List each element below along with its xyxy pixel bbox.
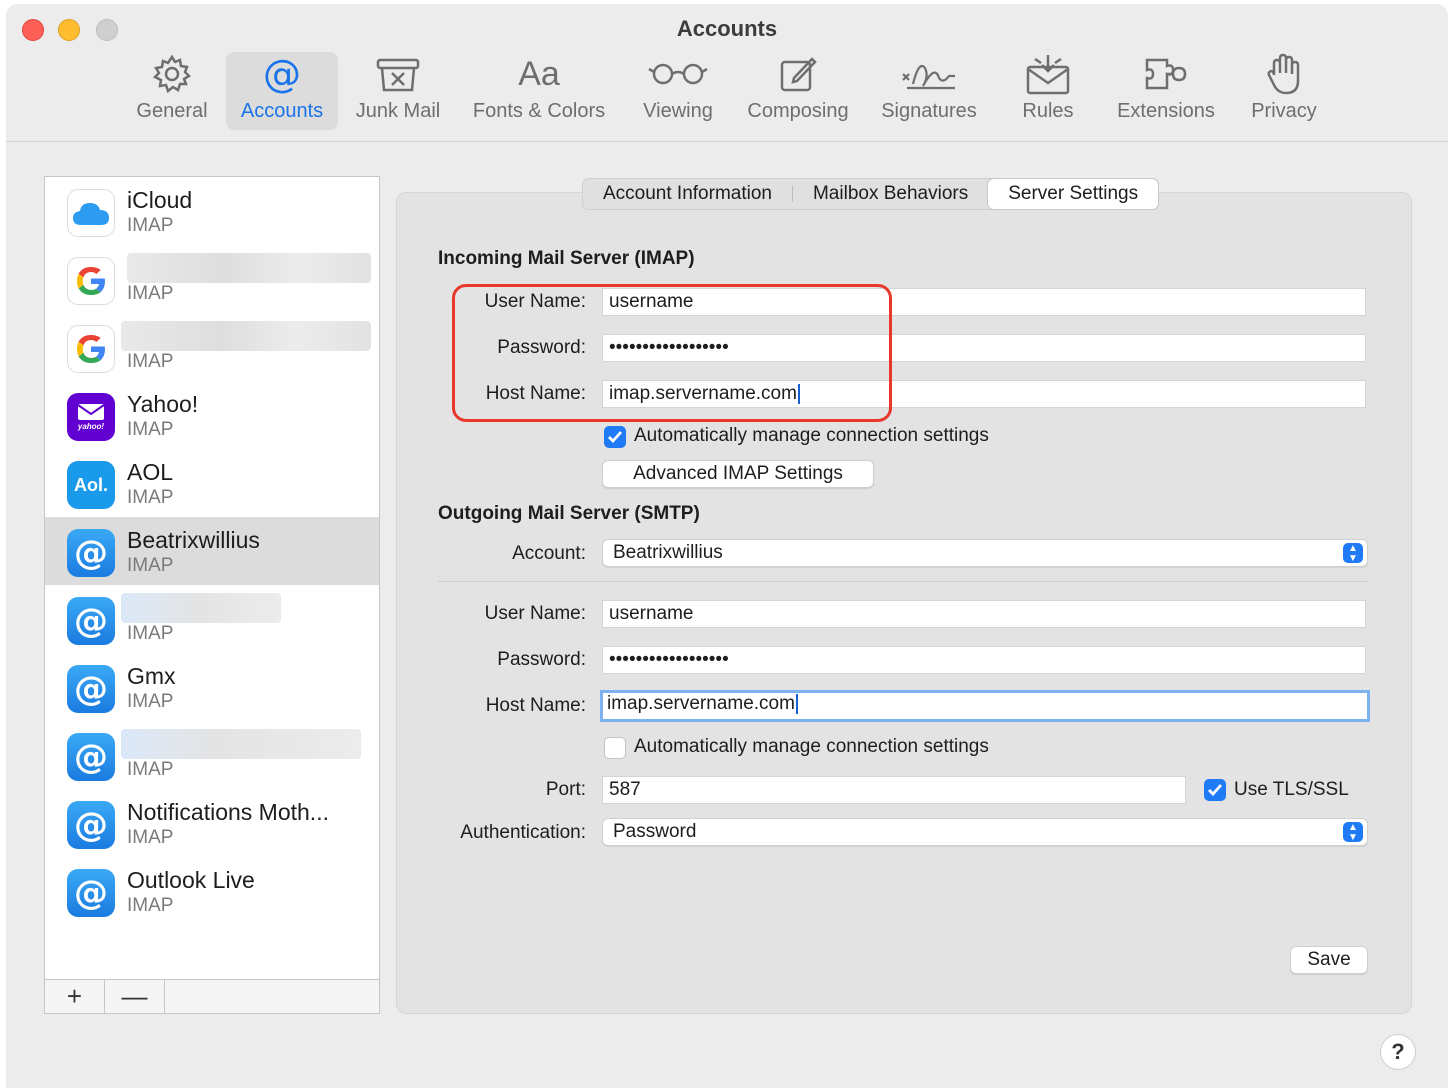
glasses-icon xyxy=(647,52,709,96)
yahoo-icon: yahoo! xyxy=(67,393,115,441)
redacted-account-name xyxy=(121,593,281,623)
section-divider xyxy=(438,581,1368,582)
junk-mail-icon xyxy=(375,52,421,96)
aol-icon: Aol. xyxy=(67,461,115,509)
account-row-yahoo[interactable]: yahoo! Yahoo! IMAP xyxy=(45,381,379,449)
remove-account-button[interactable]: — xyxy=(105,980,165,1014)
help-button[interactable]: ? xyxy=(1380,1034,1416,1070)
incoming-auto-manage-label: Automatically manage connection settings xyxy=(634,425,989,446)
at-icon: @ xyxy=(67,597,115,645)
text-caret xyxy=(795,693,798,714)
toolbar-extensions[interactable]: Extensions xyxy=(1104,52,1228,130)
smtp-account-label: Account: xyxy=(512,543,586,564)
icloud-icon xyxy=(67,189,115,237)
redacted-account-name xyxy=(121,729,361,759)
chevron-updown-icon: ▲ ▼ xyxy=(1343,822,1363,843)
account-row-gmx[interactable]: @ Gmx IMAP xyxy=(45,653,379,721)
extensions-icon xyxy=(1143,52,1189,96)
account-row-notifications[interactable]: @ Notifications Moth... IMAP xyxy=(45,789,379,857)
use-tls-label: Use TLS/SSL xyxy=(1234,779,1349,800)
chevron-updown-icon: ▲ ▼ xyxy=(1343,543,1363,564)
redacted-account-name xyxy=(121,321,371,351)
at-icon: @ xyxy=(67,869,115,917)
title-bar: Accounts General @ Accounts Junk Mail Aa… xyxy=(6,4,1448,142)
annotation-highlight-box xyxy=(452,284,892,422)
preferences-window: Accounts General @ Accounts Junk Mail Aa… xyxy=(6,4,1448,1088)
account-row-google-1[interactable]: IMAP xyxy=(45,245,379,313)
fonts-icon: Aa xyxy=(518,55,560,93)
hand-icon xyxy=(1266,52,1302,96)
at-icon: @ xyxy=(67,801,115,849)
authentication-select[interactable]: Password ▲ ▼ xyxy=(602,818,1368,846)
toolbar-rules[interactable]: Rules xyxy=(1008,52,1088,130)
account-row-beatrixwillius[interactable]: @ Beatrixwillius IMAP xyxy=(45,517,379,585)
incoming-heading: Incoming Mail Server (IMAP) xyxy=(438,248,695,269)
account-row-outlook-live[interactable]: @ Outlook Live IMAP xyxy=(45,857,379,925)
account-row-redacted-1[interactable]: @ IMAP xyxy=(45,585,379,653)
outgoing-host-label: Host Name: xyxy=(485,695,586,716)
account-row-aol[interactable]: Aol. AOL IMAP xyxy=(45,449,379,517)
toolbar-privacy[interactable]: Privacy xyxy=(1242,52,1326,130)
toolbar-signatures[interactable]: Signatures xyxy=(872,52,986,130)
incoming-auto-manage-checkbox[interactable] xyxy=(604,426,626,448)
save-button[interactable]: Save xyxy=(1290,946,1368,974)
outgoing-host-field[interactable]: imap.servername.com xyxy=(600,690,1370,722)
outgoing-heading: Outgoing Mail Server (SMTP) xyxy=(438,503,700,524)
at-icon: @ xyxy=(263,52,301,96)
at-icon: @ xyxy=(67,733,115,781)
tab-mailbox-behaviors[interactable]: Mailbox Behaviors xyxy=(793,179,988,209)
gear-icon xyxy=(151,52,193,96)
toolbar-accounts[interactable]: @ Accounts xyxy=(226,52,338,130)
window-title: Accounts xyxy=(676,16,778,41)
port-field[interactable]: 587 xyxy=(602,776,1186,804)
outgoing-password-label: Password: xyxy=(497,649,586,670)
at-icon: @ xyxy=(67,529,115,577)
rules-icon xyxy=(1025,52,1071,96)
google-icon xyxy=(67,325,115,373)
settings-tab-bar: Account Information Mailbox Behaviors Se… xyxy=(582,178,1160,210)
use-tls-checkbox[interactable] xyxy=(1204,779,1226,801)
tab-server-settings[interactable]: Server Settings xyxy=(988,179,1159,209)
account-row-icloud[interactable]: iCloud IMAP xyxy=(45,177,379,245)
signature-icon xyxy=(899,52,959,96)
tab-account-information[interactable]: Account Information xyxy=(583,179,792,209)
port-label: Port: xyxy=(545,779,586,800)
toolbar-general[interactable]: General xyxy=(124,52,220,130)
smtp-account-select[interactable]: Beatrixwillius ▲ ▼ xyxy=(602,539,1368,567)
accounts-list: iCloud IMAP IMAP IMAP yahoo! Yahoo! IMAP xyxy=(44,176,380,1014)
accounts-list-footer: + — xyxy=(45,979,379,1014)
toolbar-junk-mail[interactable]: Junk Mail xyxy=(348,52,448,130)
redacted-account-name xyxy=(127,253,371,283)
outgoing-username-field[interactable]: username xyxy=(602,600,1366,628)
outgoing-password-field[interactable]: •••••••••••••••••• xyxy=(602,646,1366,674)
advanced-imap-settings-button[interactable]: Advanced IMAP Settings xyxy=(602,460,874,488)
outgoing-username-label: User Name: xyxy=(484,603,586,624)
outgoing-auto-manage-checkbox[interactable] xyxy=(604,737,626,759)
toolbar-fonts-colors[interactable]: Aa Fonts & Colors xyxy=(464,52,614,130)
toolbar-viewing[interactable]: Viewing xyxy=(632,52,724,130)
google-icon xyxy=(67,257,115,305)
account-row-redacted-2[interactable]: @ IMAP xyxy=(45,721,379,789)
at-icon: @ xyxy=(67,665,115,713)
outgoing-auto-manage-label: Automatically manage connection settings xyxy=(634,736,989,757)
account-row-google-2[interactable]: IMAP xyxy=(45,313,379,381)
toolbar-composing[interactable]: Composing xyxy=(740,52,856,130)
authentication-label: Authentication: xyxy=(460,822,586,843)
compose-icon xyxy=(778,52,818,96)
add-account-button[interactable]: + xyxy=(45,980,105,1014)
